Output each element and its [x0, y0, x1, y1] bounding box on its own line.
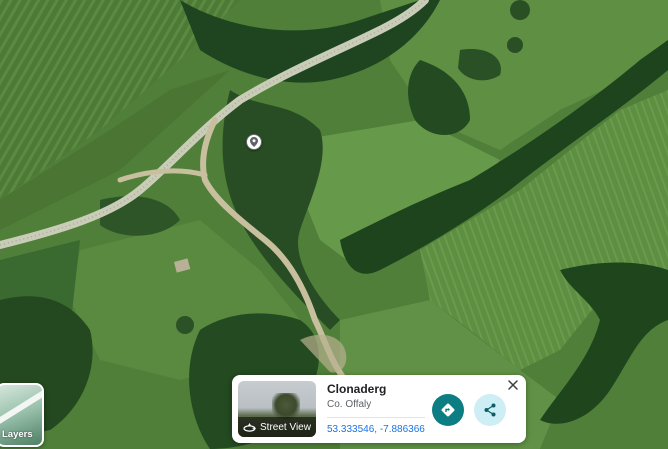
share-button[interactable] [474, 394, 506, 426]
street-view-label: Street View [260, 421, 311, 433]
layers-thumbnail [0, 385, 42, 428]
street-view-icon [243, 423, 256, 432]
layers-label: Layers [2, 429, 33, 440]
place-region: Co. Offaly [327, 399, 372, 410]
layers-button[interactable]: Layers [0, 383, 44, 447]
street-view-thumbnail[interactable]: Street View [238, 381, 316, 437]
close-icon [508, 380, 518, 390]
close-button[interactable] [506, 378, 520, 392]
place-name: Clonaderg [327, 382, 387, 396]
place-info-card: Street View Clonaderg Co. Offaly 53.3335… [232, 375, 526, 443]
street-view-bar: Street View [238, 417, 316, 437]
directions-button[interactable] [432, 394, 464, 426]
share-icon [484, 403, 496, 417]
coordinates-link[interactable]: 53.333546, -7.886366 [327, 424, 425, 435]
directions-icon [441, 403, 455, 417]
divider [327, 417, 425, 418]
place-pin-icon[interactable] [246, 134, 262, 150]
